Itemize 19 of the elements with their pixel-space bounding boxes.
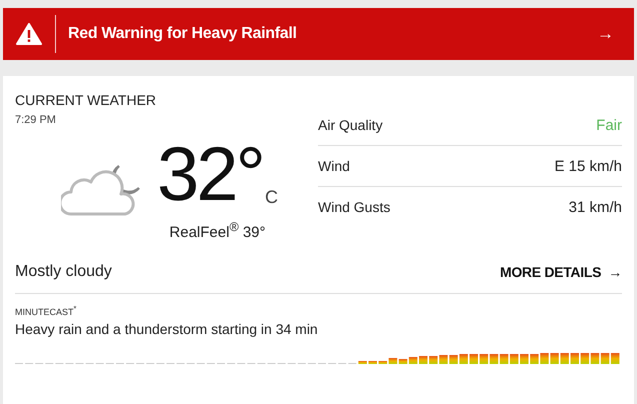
detail-label: Wind xyxy=(318,158,350,174)
temperature: 32° xyxy=(157,136,263,214)
detail-value: E 15 km/h xyxy=(554,158,622,174)
detail-label: Air Quality xyxy=(318,117,383,133)
warning-icon xyxy=(16,23,42,45)
time-label: 7:29 PM xyxy=(15,114,57,126)
detail-value: 31 km/h xyxy=(568,198,622,216)
realfeel-label: RealFeel$^{®}$ 39° xyxy=(169,220,266,241)
minutecast-summary: Heavy rain and a thunderstorm starting in 34 min xyxy=(15,321,319,337)
alert-title: Red Warning for Heavy Rainfall xyxy=(67,25,298,43)
more-details-link[interactable]: MORE DETAILS → xyxy=(500,264,622,280)
unit-label: C xyxy=(264,187,278,208)
detail-value: Fair xyxy=(596,116,622,134)
section-heading: CURRENT WEATHER xyxy=(15,92,158,108)
condition-label: Mostly cloudy xyxy=(15,263,112,281)
arrow-icon: → xyxy=(597,24,634,44)
minutecast-label: MINUTECAST$^{*}$ xyxy=(15,304,78,317)
weather-alert-banner[interactable]: Red Warning for Heavy Rainfall → xyxy=(3,8,634,60)
detail-label: Wind Gusts xyxy=(318,199,390,215)
